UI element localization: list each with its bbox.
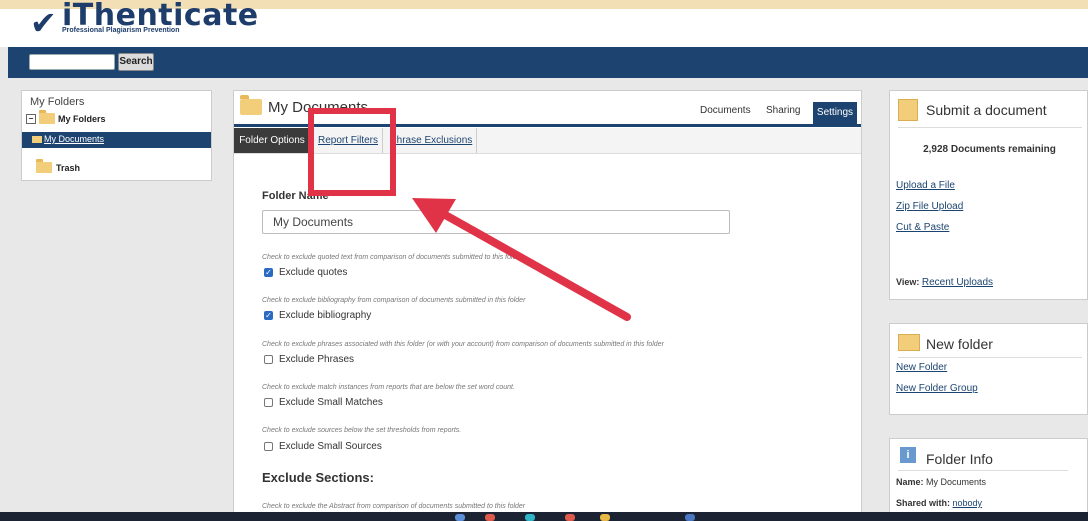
os-taskbar (0, 512, 1088, 521)
taskbar-app-icon[interactable] (455, 514, 465, 521)
taskbar-app-icon[interactable] (485, 514, 495, 521)
taskbar-app-icon[interactable] (685, 514, 695, 521)
taskbar-app-icon[interactable] (565, 514, 575, 521)
taskbar-app-icon[interactable] (600, 514, 610, 521)
annotation-arrow-icon (412, 198, 631, 321)
taskbar-app-icon[interactable] (525, 514, 535, 521)
